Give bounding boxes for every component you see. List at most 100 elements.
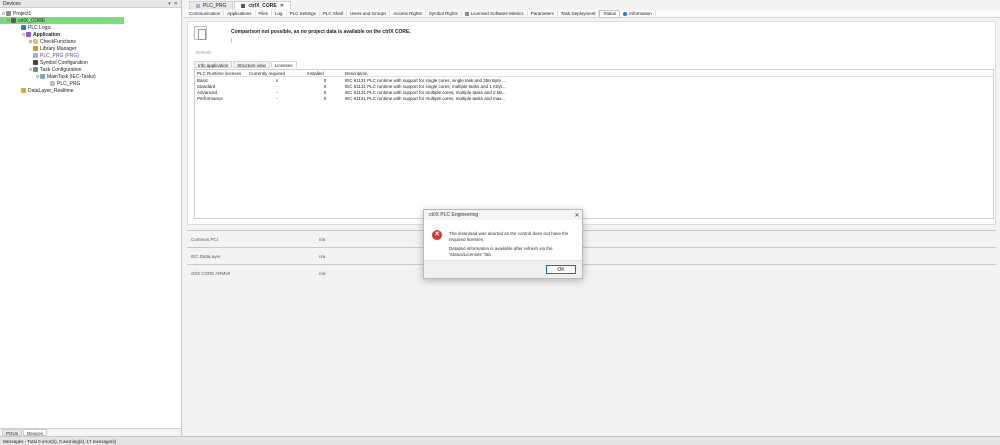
- tree-node-label: DataLayer_Realtime: [28, 87, 74, 94]
- tab-licensed-software-metrics[interactable]: Licensed Software Metrics: [462, 9, 528, 18]
- column-header[interactable]: Description: [343, 71, 993, 76]
- panel-dropdown-icon[interactable]: ▾: [168, 1, 171, 7]
- messages-summary[interactable]: Messages - Total 0 error(s), 0 warning(s…: [3, 439, 116, 444]
- table-row[interactable]: Performance - 0 IEC 61131 PLC runtime wi…: [195, 95, 993, 101]
- device-tab-icon: [241, 3, 246, 8]
- group-ctrlx-core-armv8: ctrlX CORE ARMv8 n/a: [187, 264, 996, 281]
- license-name: Basic: [197, 77, 209, 83]
- license-installed: 0: [323, 77, 327, 83]
- dialog-titlebar: ctrlX PLC Engineering ✕: [424, 210, 582, 220]
- tab-label: Licensed Software Metrics: [470, 10, 524, 16]
- license-required: -: [276, 83, 278, 89]
- tree-node-ctrlx-core[interactable]: ⊟ ctrlX_CORE: [0, 17, 124, 24]
- library-icon: [33, 46, 38, 51]
- group-name: IEC.DataLayer: [191, 253, 221, 259]
- group-value: n/a: [319, 270, 326, 276]
- dialog-close-icon[interactable]: ✕: [572, 212, 582, 219]
- dialog-message-line: The download was aborted as the control …: [449, 231, 569, 242]
- tree-node-plc-logic[interactable]: PLC Logic: [0, 24, 181, 31]
- tab-structure-view[interactable]: Structure view: [233, 61, 270, 68]
- license-table: PLC Runtime licenses Currently required …: [194, 69, 994, 219]
- project-icon: [6, 11, 11, 16]
- device-tree: ⊟ Project1 ⊟ ctrlX_CORE PLC Logic ⊟ Appl…: [0, 8, 181, 94]
- tab-communication[interactable]: Communication: [186, 9, 225, 18]
- program-tab-icon: [196, 3, 200, 8]
- tab-users-groups[interactable]: Users and Groups: [347, 9, 391, 18]
- program-icon: [33, 53, 38, 58]
- tab-log[interactable]: Log: [272, 9, 287, 18]
- status-mark: |: [231, 38, 233, 44]
- info-icon: [623, 11, 628, 16]
- panel-close-icon[interactable]: ✕: [174, 1, 178, 7]
- license-description: IEC 61131 PLC runtime with support for m…: [345, 95, 506, 101]
- tab-plc-settings[interactable]: PLC Settings: [287, 9, 320, 18]
- tab-applications[interactable]: Applications: [224, 9, 256, 18]
- tree-node-label: Application: [33, 31, 61, 38]
- license-installed: 0: [323, 95, 327, 101]
- dialog-message-line: Detailed information is available after …: [449, 246, 553, 257]
- tree-node-project[interactable]: ⊟ Project1: [0, 10, 181, 17]
- dialog-message: The download was aborted as the control …: [449, 231, 577, 261]
- tree-node-plc-prg[interactable]: PLC_PRG (PRG): [0, 52, 181, 59]
- license-description: IEC 61131 PLC runtime with support for s…: [345, 83, 506, 89]
- left-panel-tabs: POUs Devices: [0, 428, 181, 436]
- tab-symbol-rights[interactable]: Symbol Rights: [426, 9, 462, 18]
- group-name: ctrlX CORE ARMv8: [191, 270, 231, 276]
- tree-node-label: PLC Logic: [28, 24, 52, 31]
- tab-pous[interactable]: POUs: [2, 429, 23, 436]
- column-header[interactable]: Installed: [305, 71, 343, 76]
- dialog-title: ctrlX PLC Engineering: [429, 212, 479, 218]
- tab-task-deployment[interactable]: Task Deployment: [558, 9, 600, 18]
- license-installed: 0: [323, 89, 327, 95]
- doc-tab-ctrlx-core[interactable]: ctrlX_CORE ✕: [234, 1, 291, 9]
- column-header[interactable]: PLC Runtime licenses: [195, 71, 247, 76]
- devices-panel-title: Devices: [3, 0, 21, 7]
- tab-parameters[interactable]: Parameters: [528, 9, 558, 18]
- tab-devices[interactable]: Devices: [23, 429, 48, 436]
- tab-info-application[interactable]: Info application: [194, 61, 233, 68]
- tab-plc-shell[interactable]: PLC Shell: [320, 9, 347, 18]
- tab-status[interactable]: Status: [599, 9, 621, 18]
- table-row[interactable]: Advanced - 0 IEC 61131 PLC runtime with …: [195, 89, 993, 95]
- group-name: Common.PCI: [191, 236, 219, 242]
- table-row[interactable]: Basic x 0 IEC 61131 PLC runtime with sup…: [195, 77, 993, 83]
- main-editor-area: PLC_PRG ctrlX_CORE ✕ Communication Appli…: [183, 0, 1000, 436]
- license-description: IEC 61131 PLC runtime with support for s…: [345, 77, 507, 83]
- column-header[interactable]: Currently required: [247, 71, 305, 76]
- license-required: x: [275, 77, 279, 83]
- device-editor-tabs: Communication Applications Files Log PLC…: [183, 9, 1000, 18]
- table-row[interactable]: Standard - 0 IEC 61131 PLC runtime with …: [195, 83, 993, 89]
- datalayer-icon: [21, 88, 26, 93]
- ok-button[interactable]: OK: [546, 265, 576, 274]
- tree-node-symbol-configuration[interactable]: Symbol Configuration: [0, 59, 181, 66]
- tree-node-plc-prg-call[interactable]: PLC_PRG: [0, 80, 181, 87]
- tree-node-task-configuration[interactable]: ⊟ Task Configuration: [0, 66, 181, 73]
- tab-access-rights[interactable]: Access Rights: [390, 9, 426, 18]
- license-name: Performance: [197, 95, 223, 101]
- tree-node-label: Library Manager: [40, 45, 77, 52]
- doc-tab-plc-prg[interactable]: PLC_PRG: [189, 1, 234, 9]
- task-icon: [40, 74, 45, 79]
- tab-licenses[interactable]: Licenses: [270, 61, 297, 68]
- application-icon: [26, 32, 31, 37]
- tree-node-application[interactable]: ⊟ Application: [0, 31, 181, 38]
- tree-node-label: Task Configuration: [40, 66, 82, 73]
- license-required: -: [276, 95, 278, 101]
- tab-files[interactable]: Files: [256, 9, 273, 18]
- tree-node-library-manager[interactable]: Library Manager: [0, 45, 181, 52]
- refresh-button[interactable]: Refresh: [196, 50, 212, 55]
- license-icon: [464, 11, 469, 16]
- license-description: IEC 61131 PLC runtime with support for m…: [345, 89, 506, 95]
- tree-node-datalayer[interactable]: DataLayer_Realtime: [0, 87, 181, 94]
- close-tab-icon[interactable]: ✕: [280, 3, 284, 9]
- tree-node-label: Project1: [13, 10, 32, 17]
- compare-message: Comparison not possible, as no project d…: [231, 29, 411, 35]
- document-tabs: PLC_PRG ctrlX_CORE ✕: [183, 0, 1000, 9]
- tab-information[interactable]: Information: [620, 9, 656, 18]
- task-config-icon: [33, 67, 38, 72]
- tree-node-label: PLC_PRG: [57, 80, 81, 87]
- tree-node-checkfunctions[interactable]: ⊞ CheckFunctions: [0, 38, 181, 45]
- tree-node-maintask[interactable]: ⊟ MainTask (IEC-Tasks): [0, 73, 181, 80]
- devices-panel: Devices ▾ ✕ ⊟ Project1 ⊟ ctrlX_CORE PLC …: [0, 0, 182, 436]
- tree-node-label: ctrlX_CORE: [18, 17, 46, 24]
